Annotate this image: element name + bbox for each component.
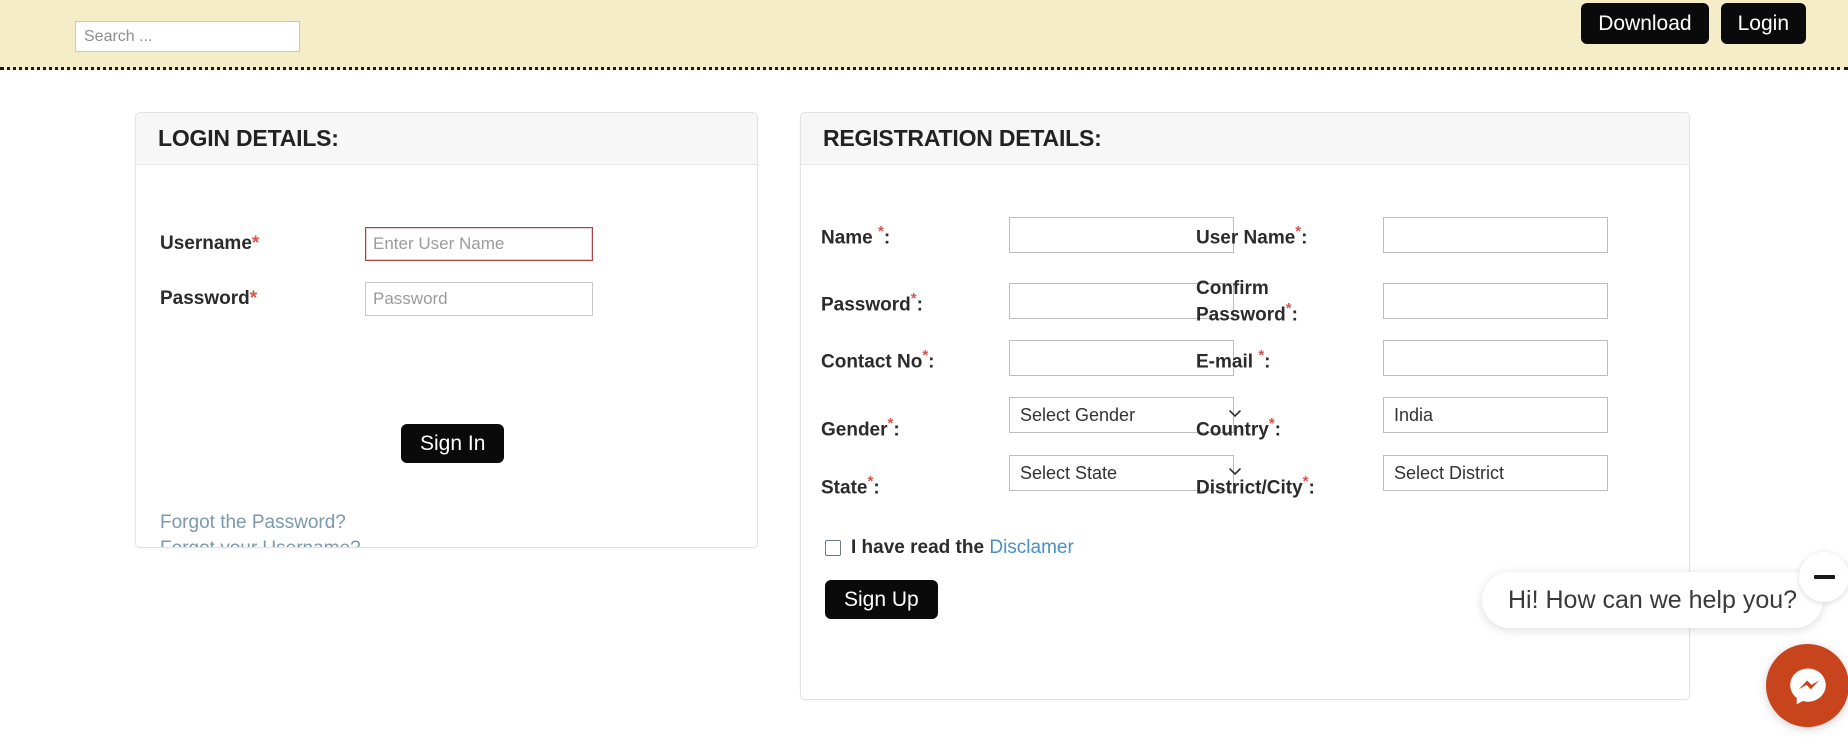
district-city-select-wrap: Select District	[1383, 455, 1608, 491]
required-asterisk: *	[251, 233, 260, 254]
district-city-label: District/City*:	[1196, 473, 1315, 499]
email-input[interactable]	[1383, 340, 1608, 376]
disclaimer-checkbox[interactable]	[825, 540, 841, 556]
user-name-input[interactable]	[1383, 217, 1608, 253]
disclaimer-row: I have read the Disclamer	[825, 537, 1074, 559]
download-button[interactable]: Download	[1581, 3, 1709, 44]
country-select-wrap: India	[1383, 397, 1608, 433]
minus-icon	[1813, 575, 1835, 579]
state-label: State*:	[821, 473, 880, 499]
registration-panel-title: REGISTRATION DETAILS:	[823, 125, 1102, 151]
username-input[interactable]	[365, 227, 593, 261]
login-panel-header: LOGIN DETAILS:	[136, 113, 757, 165]
sign-up-button[interactable]: Sign Up	[825, 580, 938, 619]
sign-in-button[interactable]: Sign In	[401, 424, 505, 463]
chat-greeting-bubble[interactable]: Hi! How can we help you?	[1482, 572, 1824, 628]
confirm-password-input[interactable]	[1383, 283, 1608, 319]
password-label: Password*	[160, 288, 258, 309]
username-row: Username*	[160, 227, 593, 261]
contact-no-label: Contact No*:	[821, 347, 935, 373]
login-panel-title: LOGIN DETAILS:	[158, 125, 339, 151]
chat-minimize-button[interactable]	[1799, 552, 1848, 602]
country-label: Country*:	[1196, 415, 1281, 441]
name-label: Name *:	[821, 223, 891, 249]
disclaimer-text: I have read the Disclamer	[851, 537, 1074, 558]
search-input[interactable]	[75, 21, 300, 52]
login-details-panel: LOGIN DETAILS: Username* Password* Sign …	[135, 112, 758, 548]
country-select[interactable]: India	[1383, 397, 1608, 433]
top-header-bar: Download Login	[0, 0, 1848, 70]
user-name-label: User Name*:	[1196, 223, 1308, 249]
confirm-password-label: Confirm Password*:	[1196, 278, 1298, 326]
password-input[interactable]	[365, 282, 593, 316]
gender-label: Gender*:	[821, 415, 900, 441]
forgot-password-link[interactable]: Forgot the Password?	[160, 512, 361, 534]
registration-panel-header: REGISTRATION DETAILS:	[801, 113, 1689, 165]
username-label: Username*	[160, 233, 260, 254]
messenger-icon	[1789, 668, 1826, 704]
required-asterisk: *	[249, 288, 258, 309]
district-city-select[interactable]: Select District	[1383, 455, 1608, 491]
disclaimer-link[interactable]: Disclamer	[989, 537, 1073, 558]
reg-password-label: Password*:	[821, 290, 923, 316]
password-row: Password*	[160, 282, 593, 316]
chat-greeting-text: Hi! How can we help you?	[1508, 585, 1798, 614]
email-label: E-mail *:	[1196, 347, 1271, 373]
forgot-links-group: Forgot the Password? Forgot your Usernam…	[160, 512, 361, 547]
login-button[interactable]: Login	[1720, 3, 1806, 44]
messenger-chat-button[interactable]	[1766, 644, 1848, 727]
header-actions: Download Login	[1581, 3, 1806, 44]
forgot-username-link[interactable]: Forgot your Username?	[160, 538, 361, 547]
